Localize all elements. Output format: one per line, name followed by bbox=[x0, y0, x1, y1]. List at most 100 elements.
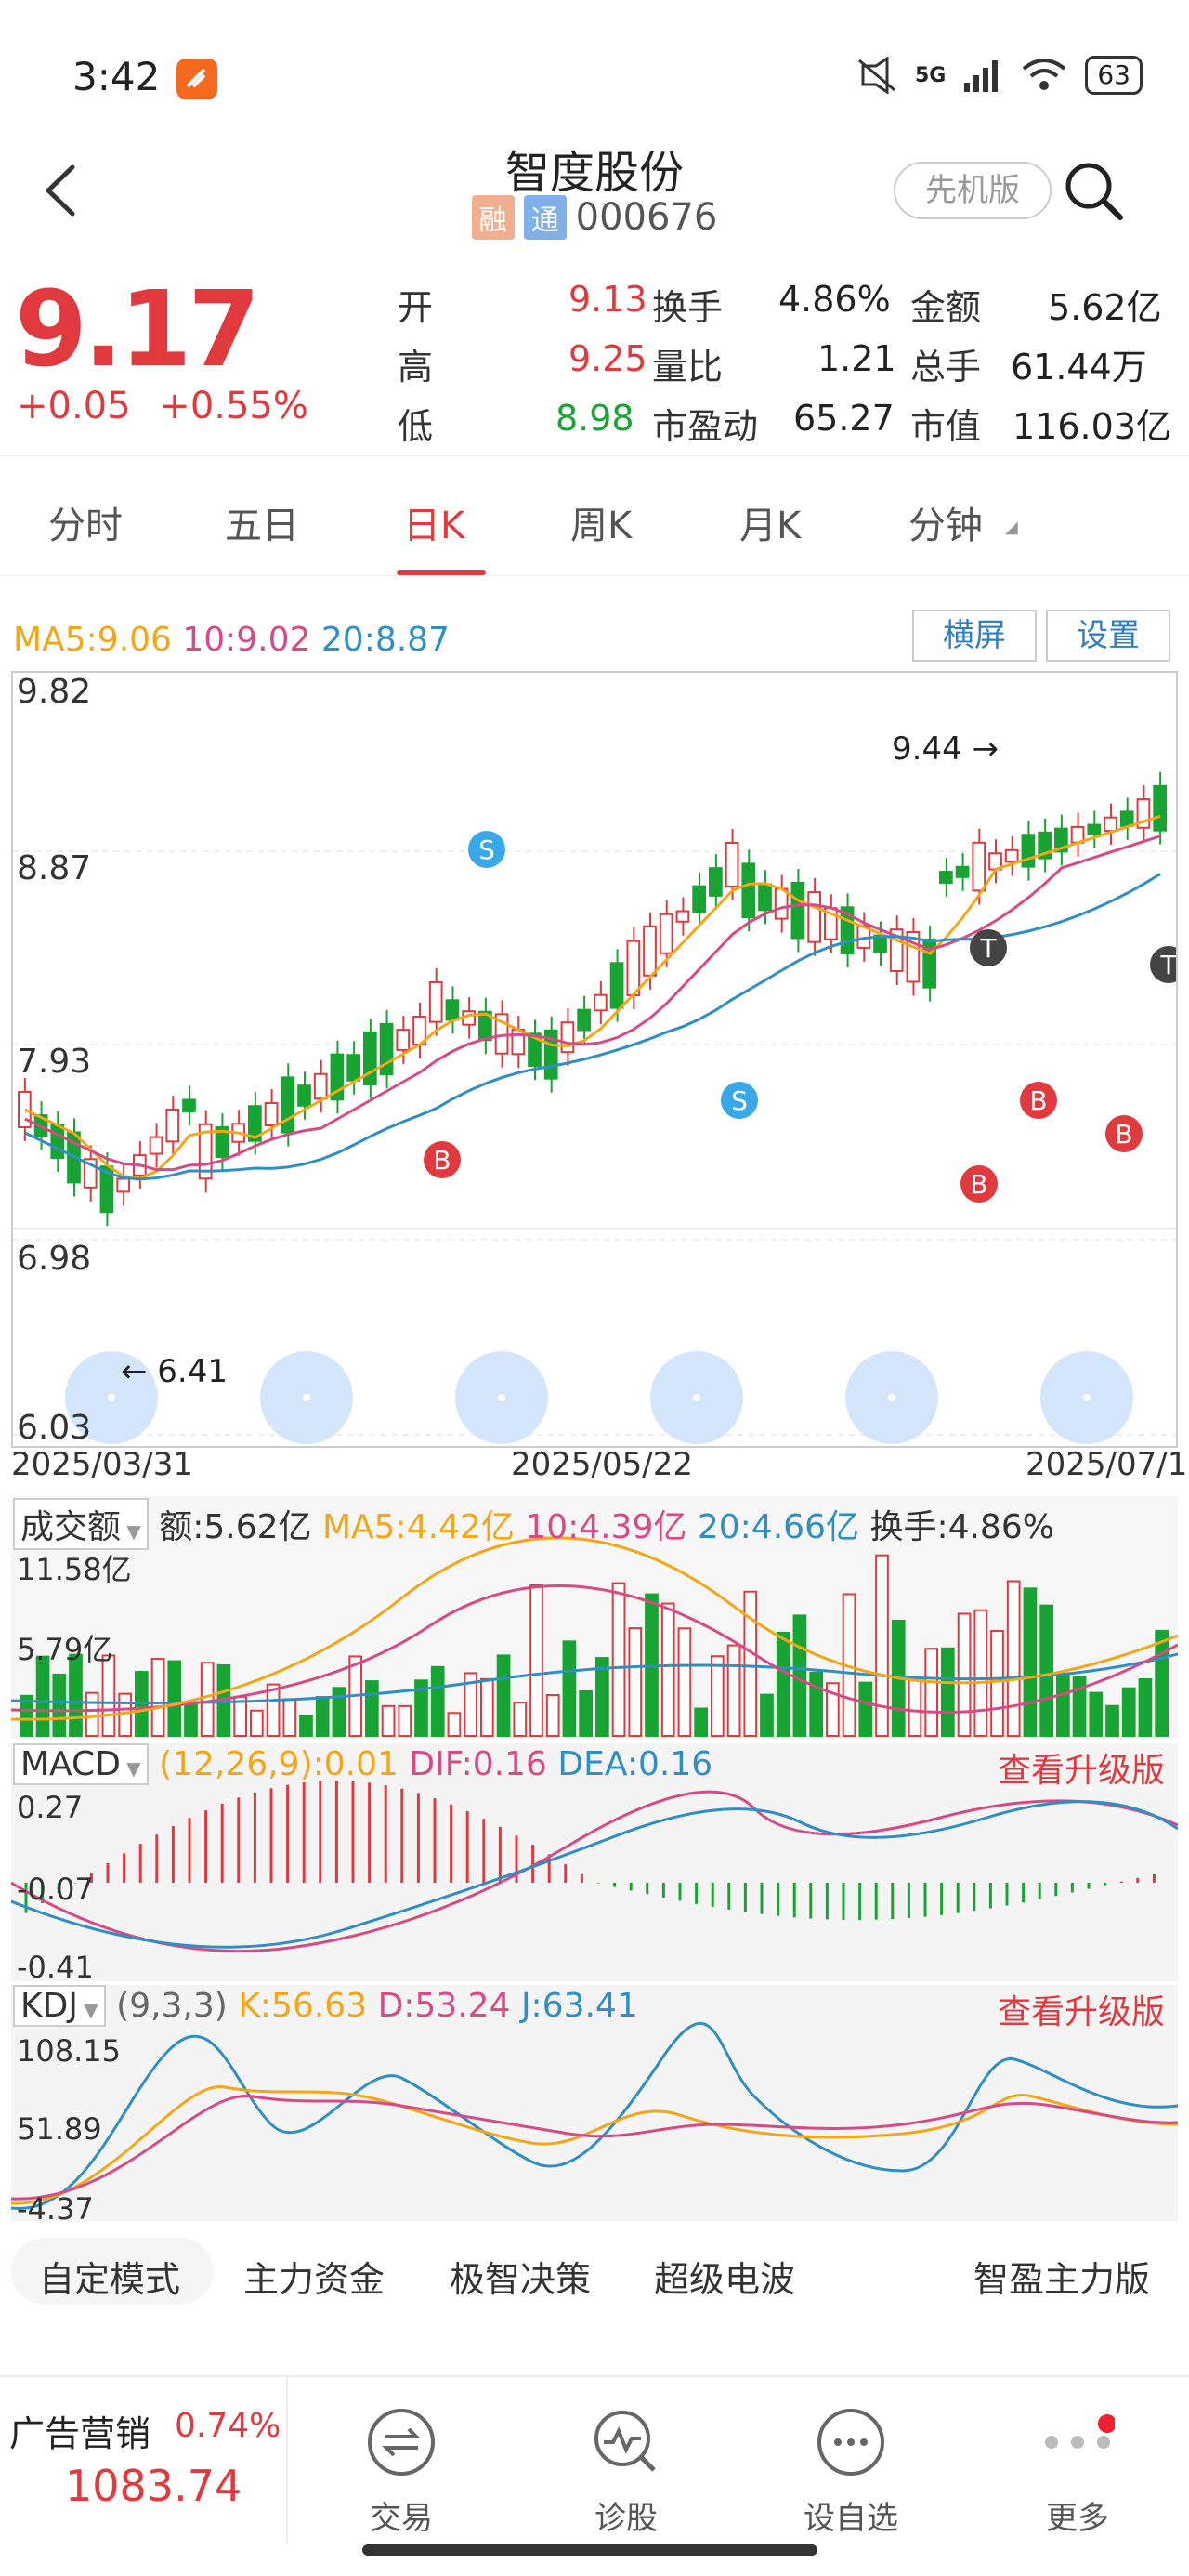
nav-diagnose[interactable]: 诊股 bbox=[515, 2386, 738, 2538]
candle-body bbox=[281, 1076, 295, 1134]
period-tabs: 分时 五日 日K 周K 月K 分钟 ◢ bbox=[0, 455, 1189, 576]
sell-signal-label: S bbox=[731, 1085, 748, 1116]
volume-bar bbox=[973, 1609, 988, 1737]
mode-main-funds[interactable]: 主力资金 bbox=[243, 2251, 385, 2302]
stat-label: 高 bbox=[398, 347, 434, 388]
volume-selector[interactable]: 成交额 ▼ bbox=[13, 1498, 149, 1550]
volume-bar bbox=[1155, 1629, 1169, 1738]
candle-body bbox=[807, 891, 821, 943]
candle-body bbox=[560, 1021, 575, 1054]
nav-button-icon bbox=[888, 1394, 895, 1401]
date-label: 2025/05/22 bbox=[511, 1446, 693, 1483]
mode-super-wave[interactable]: 超级电波 bbox=[654, 2251, 795, 2302]
related-sector[interactable]: 广告营销 0.74% 1083.74 bbox=[0, 2377, 288, 2544]
volume-bar bbox=[1121, 1687, 1136, 1738]
macd-dif-line bbox=[10, 1790, 1179, 1953]
tab-minute[interactable]: 分钟 bbox=[908, 495, 983, 549]
mode-smart-decision[interactable]: 极智决策 bbox=[450, 2251, 591, 2302]
candle-body bbox=[758, 883, 772, 912]
volume-bar bbox=[743, 1590, 758, 1737]
kdj-upgrade-link[interactable]: 查看升级版 bbox=[998, 1985, 1165, 2033]
network-label: 5G bbox=[914, 63, 947, 87]
candle-body bbox=[1153, 784, 1168, 832]
sector-percent: 0.74% bbox=[175, 2407, 281, 2445]
y-label: 6.03 bbox=[17, 1409, 92, 1447]
volume-bar bbox=[315, 1696, 330, 1738]
kdj-k: K:56.63 bbox=[238, 1987, 368, 2025]
volume-amount: 额:5.62亿 bbox=[159, 1508, 312, 1546]
ma-line bbox=[24, 835, 1161, 1172]
trade-icon bbox=[368, 2409, 435, 2476]
kdj-y-label: 108.15 bbox=[17, 2033, 121, 2069]
candle-body bbox=[313, 1072, 328, 1100]
version-button[interactable]: 先机版 bbox=[894, 162, 1052, 219]
nav-button-icon bbox=[108, 1394, 115, 1401]
ma20-legend: 20:8.87 bbox=[320, 621, 450, 659]
candle-body bbox=[725, 841, 739, 887]
tab-daily-k[interactable]: 日K bbox=[403, 495, 464, 549]
macd-upgrade-link[interactable]: 查看升级版 bbox=[998, 1743, 1165, 1792]
dropdown-arrow-icon: ◢ bbox=[1005, 518, 1018, 537]
volume-bar bbox=[365, 1680, 379, 1737]
tab-weekly-k[interactable]: 周K bbox=[570, 495, 632, 549]
volume-ma5: MA5:4.42亿 bbox=[321, 1508, 515, 1546]
kline-chart[interactable]: BBBBBSSTT bbox=[11, 671, 1187, 1621]
volume-bar bbox=[1023, 1587, 1038, 1737]
high-marker-value: 9.44 bbox=[892, 730, 962, 768]
candle-body bbox=[1021, 834, 1036, 868]
volume-bar bbox=[398, 1704, 412, 1737]
stat-label: 市值 bbox=[910, 406, 982, 447]
volume-bar bbox=[1039, 1604, 1054, 1737]
volume-bar bbox=[924, 1648, 938, 1737]
stat-value: 9.25 bbox=[568, 338, 647, 379]
status-bar: 3:42 5G 63 bbox=[0, 0, 1189, 149]
macd-dif: DIF:0.16 bbox=[409, 1745, 547, 1783]
change-value: +0.05 bbox=[17, 385, 131, 427]
stat-value: 8.98 bbox=[555, 398, 634, 439]
candle-body bbox=[790, 881, 805, 940]
tab-intraday[interactable]: 分时 bbox=[48, 495, 123, 549]
sector-value: 1083.74 bbox=[65, 2461, 242, 2511]
nav-add-watchlist[interactable]: 设自选 bbox=[739, 2386, 962, 2538]
y-label: 6.98 bbox=[17, 1240, 92, 1278]
volume-bar bbox=[792, 1614, 807, 1737]
settings-button[interactable]: 设置 bbox=[1046, 610, 1170, 662]
tab-monthly-k[interactable]: 月K bbox=[739, 495, 801, 549]
volume-bar bbox=[496, 1654, 511, 1737]
candle-body bbox=[363, 1031, 377, 1086]
volume-title: 成交额 ▼ 额:5.62亿 MA5:4.42亿 10:4.39亿 20:4.66… bbox=[13, 1498, 1054, 1550]
candle-body bbox=[264, 1101, 279, 1127]
sell-signal-label: S bbox=[478, 835, 495, 865]
buy-signal-label: B bbox=[1029, 1085, 1047, 1116]
nav-more[interactable]: 更多 bbox=[966, 2386, 1189, 2538]
candle-body bbox=[955, 865, 970, 878]
volume-bar bbox=[1056, 1673, 1070, 1737]
candle-body bbox=[626, 940, 641, 997]
mode-tabs: 自定模式 主力资金 极智决策 超级电波 智盈主力版 bbox=[0, 2238, 1189, 2312]
volume-bar bbox=[726, 1644, 741, 1738]
nav-trade[interactable]: 交易 bbox=[290, 2386, 513, 2538]
mode-custom[interactable]: 自定模式 bbox=[39, 2251, 180, 2302]
candle-body bbox=[692, 885, 706, 913]
app-notification-icon bbox=[176, 59, 217, 99]
kdj-selector[interactable]: KDJ ▼ bbox=[13, 1985, 106, 2027]
home-indicator bbox=[362, 2544, 817, 2556]
macd-selector[interactable]: MACD ▼ bbox=[13, 1743, 149, 1785]
candle-body bbox=[1004, 848, 1019, 863]
ma5-legend: MA5:9.06 bbox=[13, 621, 172, 659]
more-icon bbox=[1045, 2414, 1117, 2449]
volume-bar bbox=[381, 1704, 396, 1738]
landscape-button[interactable]: 横屏 bbox=[912, 610, 1037, 662]
volume-bar bbox=[858, 1681, 873, 1738]
search-icon[interactable] bbox=[1059, 156, 1128, 225]
stat-label: 金额 bbox=[910, 287, 982, 328]
macd-dea-line bbox=[10, 1800, 1179, 1949]
macd-title: MACD ▼ (12,26,9):0.01 DIF:0.16 DEA:0.16 bbox=[13, 1743, 712, 1785]
candle-body bbox=[709, 867, 723, 897]
nav-button-icon bbox=[1083, 1394, 1091, 1401]
tab-five-day[interactable]: 五日 bbox=[225, 495, 299, 549]
status-time: 3:42 bbox=[72, 54, 161, 99]
mode-pro-version[interactable]: 智盈主力版 bbox=[973, 2251, 1150, 2302]
low-marker-value: 6.41 bbox=[157, 1353, 228, 1390]
t-signal-label: T bbox=[1159, 950, 1176, 980]
